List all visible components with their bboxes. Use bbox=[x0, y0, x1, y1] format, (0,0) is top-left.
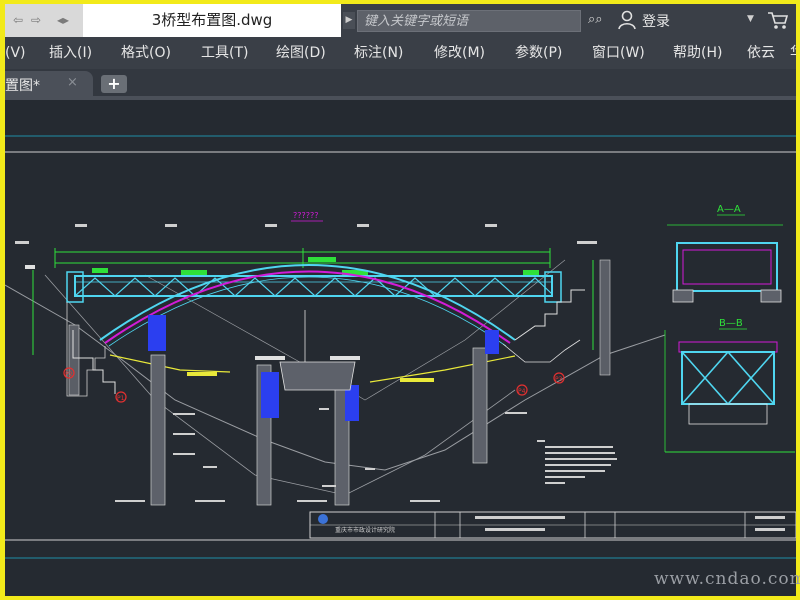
search-expand-icon[interactable]: ▶ bbox=[343, 12, 355, 29]
tab-drawing[interactable]: 置图* × bbox=[5, 71, 93, 96]
menu-window[interactable]: 窗口(W) bbox=[592, 37, 645, 69]
drawing-main-title: ?????? bbox=[293, 211, 318, 220]
drawing-notes bbox=[537, 440, 617, 484]
section-a-title: A—A bbox=[717, 204, 741, 215]
pier-blue-3 bbox=[148, 315, 166, 351]
menu-yiyun[interactable]: 依云 bbox=[747, 37, 775, 69]
menu-bar: (V) 插入(I) 格式(O) 工具(T) 绘图(D) 标注(N) 修改(M) … bbox=[5, 37, 796, 69]
user-icon[interactable] bbox=[618, 10, 636, 30]
tab-label: 置图* bbox=[5, 78, 40, 94]
binoculars-icon[interactable]: ⌕⌕ bbox=[588, 12, 603, 27]
menu-extra[interactable]: 华 bbox=[790, 37, 796, 69]
application-window: ⇦ ⇨ ◂▸ 3桥型布置图.dwg ▶ 键入关键字或短语 ⌕⌕ 登录 ▼ (V)… bbox=[5, 4, 796, 596]
title-block-org: 重庆市市政设计研究院 bbox=[335, 526, 395, 534]
pier-blue-1 bbox=[261, 372, 279, 418]
svg-text:P4: P4 bbox=[518, 388, 526, 395]
svg-text:P3: P3 bbox=[555, 376, 563, 383]
quick-access-toolbar: ⇦ ⇨ ◂▸ bbox=[5, 4, 83, 37]
road-line-right bbox=[369, 355, 516, 383]
menu-tools[interactable]: 工具(T) bbox=[201, 37, 248, 69]
cart-icon[interactable] bbox=[767, 10, 789, 30]
right-stair bbox=[514, 289, 585, 341]
menu-parameters[interactable]: 参数(P) bbox=[515, 37, 562, 69]
document-tab-bar: 置图* × + bbox=[5, 69, 796, 96]
close-icon[interactable]: × bbox=[67, 75, 78, 90]
section-b-box bbox=[681, 351, 775, 405]
svg-text:P1: P1 bbox=[117, 395, 125, 402]
institute-logo-icon bbox=[318, 514, 328, 524]
section-b-title: B—B bbox=[719, 318, 743, 329]
bridge-drawing: ?????? P1 P2 P3 P4 A—A B—B 重庆市市政设计研究院 bbox=[5, 135, 796, 559]
menu-help[interactable]: 帮助(H) bbox=[673, 37, 722, 69]
login-button[interactable]: 登录 bbox=[642, 11, 670, 31]
document-title: 3桥型布置图.dwg bbox=[83, 4, 341, 37]
watermark: www.cndao.com bbox=[654, 569, 800, 589]
truss-deck bbox=[74, 275, 553, 297]
menu-dimension[interactable]: 标注(N) bbox=[354, 37, 403, 69]
menu-insert[interactable]: 插入(I) bbox=[49, 37, 92, 69]
dimension-label bbox=[308, 257, 336, 262]
redo-icon[interactable]: ⇨ bbox=[31, 4, 41, 37]
search-input[interactable]: 键入关键字或短语 bbox=[357, 10, 581, 32]
menu-draw[interactable]: 绘图(D) bbox=[276, 37, 326, 69]
new-tab-button[interactable]: + bbox=[101, 75, 127, 93]
central-foundation bbox=[279, 361, 356, 391]
pile-1 bbox=[150, 354, 166, 506]
title-bar: ⇦ ⇨ ◂▸ 3桥型布置图.dwg ▶ 键入关键字或短语 ⌕⌕ 登录 ▼ bbox=[5, 4, 796, 37]
truss-web bbox=[74, 277, 553, 297]
menu-modify[interactable]: 修改(M) bbox=[434, 37, 485, 69]
menu-format[interactable]: 格式(O) bbox=[121, 37, 171, 69]
pile-4 bbox=[472, 347, 488, 464]
undo-icon[interactable]: ⇦ bbox=[13, 4, 23, 37]
right-pile bbox=[599, 259, 611, 376]
chevron-down-icon[interactable]: ▼ bbox=[747, 14, 754, 24]
workspace-switch-icon[interactable]: ◂▸ bbox=[57, 4, 69, 37]
svg-text:P2: P2 bbox=[65, 371, 73, 378]
menu-view[interactable]: (V) bbox=[5, 37, 26, 69]
drawing-canvas[interactable]: ?????? P1 P2 P3 P4 A—A B—B 重庆市市政设计研究院 bbox=[5, 100, 796, 596]
